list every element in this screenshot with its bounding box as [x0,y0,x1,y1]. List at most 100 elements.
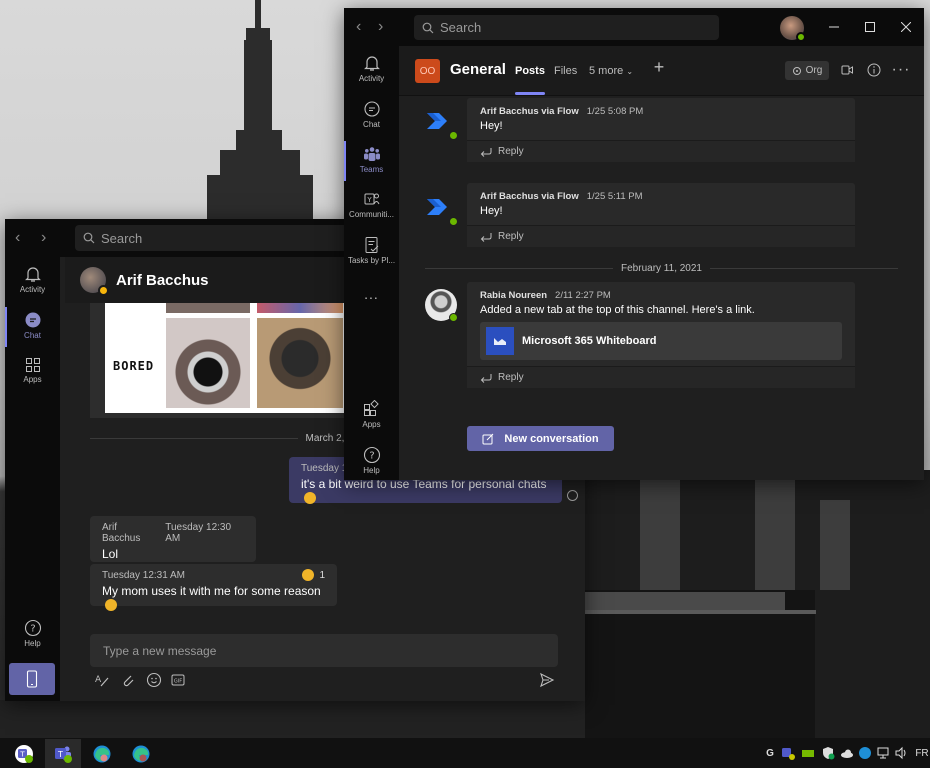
attach-icon[interactable] [120,672,136,688]
post-timestamp: 1/25 5:08 PM [586,106,644,117]
rabia-avatar[interactable] [425,289,458,322]
rail-label: Teams [359,165,384,174]
rail-label: Help [363,466,380,475]
channel-post[interactable]: Rabia Noureen 2/11 2:27 PM Added a new ta… [467,282,855,388]
more-options-icon[interactable]: ··· [892,61,910,78]
thinking-face-emoji-icon [304,492,316,504]
message-received[interactable]: Arif Bacchus Tuesday 12:30 AM Lol [90,516,256,562]
rail-item-help[interactable]: ? Help [5,619,60,648]
bell-icon [363,56,380,71]
search-icon [422,22,434,33]
new-conversation-button[interactable]: New conversation [467,426,614,451]
available-status-icon [796,32,806,42]
onedrive-icon[interactable] [840,746,854,760]
reply-button[interactable]: Reply [467,225,855,247]
tab-files[interactable]: Files [554,65,577,77]
maximize-icon[interactable] [859,18,881,36]
volume-icon[interactable] [894,746,908,760]
contact-avatar[interactable] [80,267,109,296]
whiteboard-link-card[interactable]: Microsoft 365 Whiteboard [480,322,842,360]
forward-arrow-icon[interactable]: › [41,229,46,247]
forward-arrow-icon[interactable]: › [378,18,383,36]
meme-image[interactable]: BORED [105,303,352,413]
back-arrow-icon[interactable]: ‹ [356,18,361,36]
tab-more[interactable]: 5 more ⌄ [589,65,633,77]
chat-search-input[interactable]: Search [75,225,365,251]
rail-item-tasks[interactable]: Tasks by Pl... [344,236,399,265]
rail-item-activity[interactable]: Activity [344,54,399,83]
reply-button[interactable]: Reply [467,366,855,388]
network-icon[interactable] [876,746,890,760]
add-tab-icon[interactable]: + [651,57,667,77]
defender-icon[interactable] [821,746,835,760]
reaction-badge[interactable]: 1 [299,569,325,581]
channel-post[interactable]: Arif Bacchus via Flow 1/25 5:11 PM Hey! R… [467,183,855,247]
phone-icon [26,670,38,688]
nvidia-icon[interactable] [801,746,815,760]
info-icon[interactable] [866,62,882,78]
rail-item-activity[interactable]: Activity [5,265,60,294]
available-status-icon [449,217,458,226]
flow-avatar[interactable] [425,107,458,140]
rail-item-chat[interactable]: Chat [344,100,399,129]
post-author: Rabia Noureen [480,290,548,301]
search-placeholder: Search [101,230,143,246]
mobile-app-button[interactable] [9,663,55,695]
send-icon[interactable] [539,672,555,688]
channel-header: OO General Posts Files 5 more ⌄ + Org ··… [399,46,924,96]
channel-post[interactable]: Arif Bacchus via Flow 1/25 5:08 PM Hey! R… [467,98,855,162]
logitech-icon[interactable]: G [763,746,777,760]
whiteboard-icon [486,327,514,355]
available-status-icon [449,313,458,322]
org-button[interactable]: Org [785,61,829,80]
rail-item-help[interactable]: ? Help [344,446,399,475]
rail-label: Tasks by Pl... [347,256,396,265]
emoji-icon[interactable] [146,672,162,688]
taskbar-edge[interactable] [84,739,120,768]
profile-avatar[interactable] [780,16,806,42]
seen-check-icon [567,490,578,501]
gif-icon[interactable]: GIF [170,672,186,688]
reply-button[interactable]: Reply [467,140,855,162]
org-label: Org [805,65,823,76]
bluetooth-icon[interactable] [858,746,872,760]
rail-item-chat[interactable]: Chat [5,307,60,347]
teams-window-titlebar: ‹ › Search [344,8,924,46]
rail-item-more[interactable]: ... [344,286,399,302]
date-divider: February 11, 2021 [425,261,899,275]
flow-avatar[interactable] [425,193,458,226]
rail-item-apps[interactable]: Apps [344,400,399,429]
compose-icon [482,433,494,444]
taskbar-teams-personal[interactable]: T [6,739,42,768]
tab-posts[interactable]: Posts [515,65,545,95]
svg-text:Y: Y [366,196,372,204]
message-text: My mom uses it with me for some reason [102,584,321,598]
language-indicator[interactable]: FR [914,746,930,760]
rail-item-teams[interactable]: Teams [344,141,399,181]
back-arrow-icon[interactable]: ‹ [15,229,20,247]
meet-now-icon[interactable] [839,62,855,78]
team-badge[interactable]: OO [415,59,440,83]
rail-label: Apps [23,375,42,384]
taskbar-teams-work[interactable]: T [45,739,81,768]
taskbar-edge-profile[interactable] [123,739,159,768]
close-icon[interactable] [895,18,917,36]
post-text: Hey! [480,205,503,217]
post-text: Hey! [480,120,503,132]
rail-item-apps[interactable]: Apps [5,357,60,384]
rail-label: Apps [362,420,381,429]
teams-tray-icon[interactable] [781,746,795,760]
minimize-icon[interactable] [823,18,845,36]
edge-icon [93,745,111,762]
message-received[interactable]: Tuesday 12:31 AM My mom uses it with me … [90,564,337,611]
power-automate-icon [427,113,447,129]
teams-app-rail: Activity Chat Teams Y Communiti... Tasks… [344,46,399,480]
format-icon[interactable]: A [94,672,110,688]
apps-icon [25,358,40,372]
rail-item-communities[interactable]: Y Communiti... [344,190,399,219]
svg-text:?: ? [369,451,374,462]
rail-label: Activity [19,285,46,294]
post-timestamp: 2/11 2:27 PM [555,290,611,301]
teams-search-input[interactable]: Search [414,15,719,40]
compose-message-input[interactable] [90,634,558,667]
